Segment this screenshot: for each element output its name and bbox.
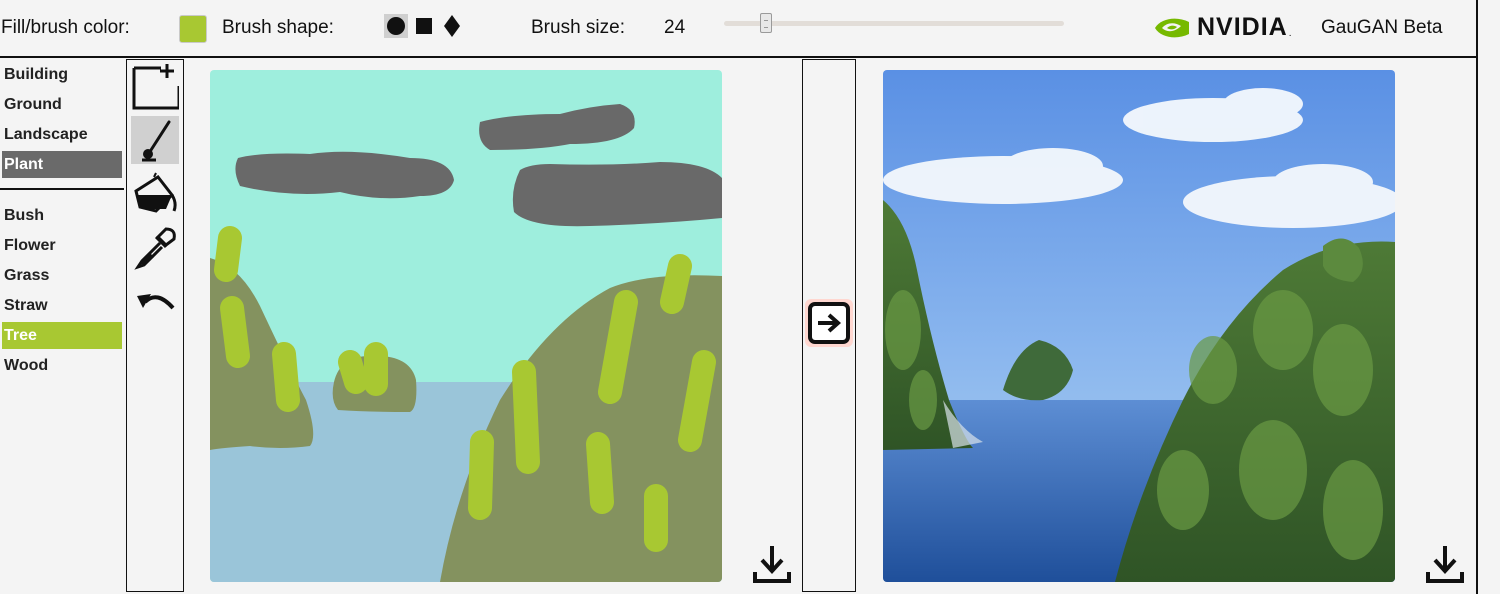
- tool-column: [126, 59, 184, 592]
- nvidia-trademark-dot: .: [1288, 28, 1292, 39]
- paint-bucket-icon: [134, 172, 177, 213]
- undo-button[interactable]: [131, 278, 179, 326]
- brush-size-value: 24: [664, 17, 686, 38]
- fill-tool-button[interactable]: [131, 170, 179, 218]
- label-grass[interactable]: Grass: [2, 262, 122, 289]
- arrow-right-box-icon: [808, 302, 850, 344]
- drawing-canvas[interactable]: [210, 70, 722, 582]
- label-straw[interactable]: Straw: [2, 292, 122, 319]
- circle-icon: [387, 17, 405, 35]
- label-ground[interactable]: Ground: [2, 91, 122, 118]
- square-icon: [416, 18, 432, 34]
- label-flower[interactable]: Flower: [2, 232, 122, 259]
- brush-size-slider[interactable]: [724, 21, 1064, 26]
- top-toolbar: Fill/brush color: Brush shape: Brush siz…: [0, 0, 1476, 58]
- download-drawing-button[interactable]: [752, 544, 792, 584]
- label-plant[interactable]: Plant: [2, 151, 122, 178]
- label-bush[interactable]: Bush: [2, 202, 122, 229]
- download-output-button[interactable]: [1425, 544, 1465, 584]
- label-tree[interactable]: Tree: [2, 322, 122, 349]
- brush-shape-label: Brush shape:: [222, 17, 334, 38]
- brush-size-label: Brush size:: [531, 17, 625, 38]
- label-landscape[interactable]: Landscape: [2, 121, 122, 148]
- app-title: GauGAN Beta: [1321, 17, 1443, 38]
- fill-color-label: Fill/brush color:: [1, 17, 130, 38]
- label-building[interactable]: Building: [2, 61, 122, 88]
- generate-button[interactable]: [805, 299, 853, 347]
- eyedropper-tool-button[interactable]: [131, 224, 179, 272]
- label-divider: [0, 188, 124, 190]
- label-wood[interactable]: Wood: [2, 352, 122, 379]
- nvidia-eye-icon: [1155, 18, 1189, 37]
- brush-icon: [142, 120, 171, 162]
- eyedropper-icon: [134, 227, 176, 270]
- page-right-border: [1476, 0, 1478, 594]
- nvidia-wordmark: NVIDIA: [1197, 13, 1288, 41]
- download-icon: [753, 546, 791, 583]
- square-shape-button[interactable]: [412, 14, 436, 38]
- cloud-region: [235, 151, 454, 199]
- brush-tool-button[interactable]: [131, 116, 179, 164]
- undo-icon: [137, 294, 175, 310]
- circle-shape-button[interactable]: [384, 14, 408, 38]
- brush-size-slider-thumb[interactable]: [760, 13, 772, 33]
- new-canvas-button[interactable]: [131, 62, 179, 110]
- generated-image: [883, 70, 1395, 582]
- fill-color-swatch[interactable]: [179, 15, 207, 43]
- new-canvas-icon: [132, 64, 179, 110]
- diamond-icon: [444, 15, 460, 37]
- nvidia-logo: NVIDIA .: [1153, 13, 1292, 42]
- download-icon: [1426, 546, 1464, 583]
- cloud-region: [512, 162, 722, 227]
- diamond-shape-button[interactable]: [440, 14, 464, 38]
